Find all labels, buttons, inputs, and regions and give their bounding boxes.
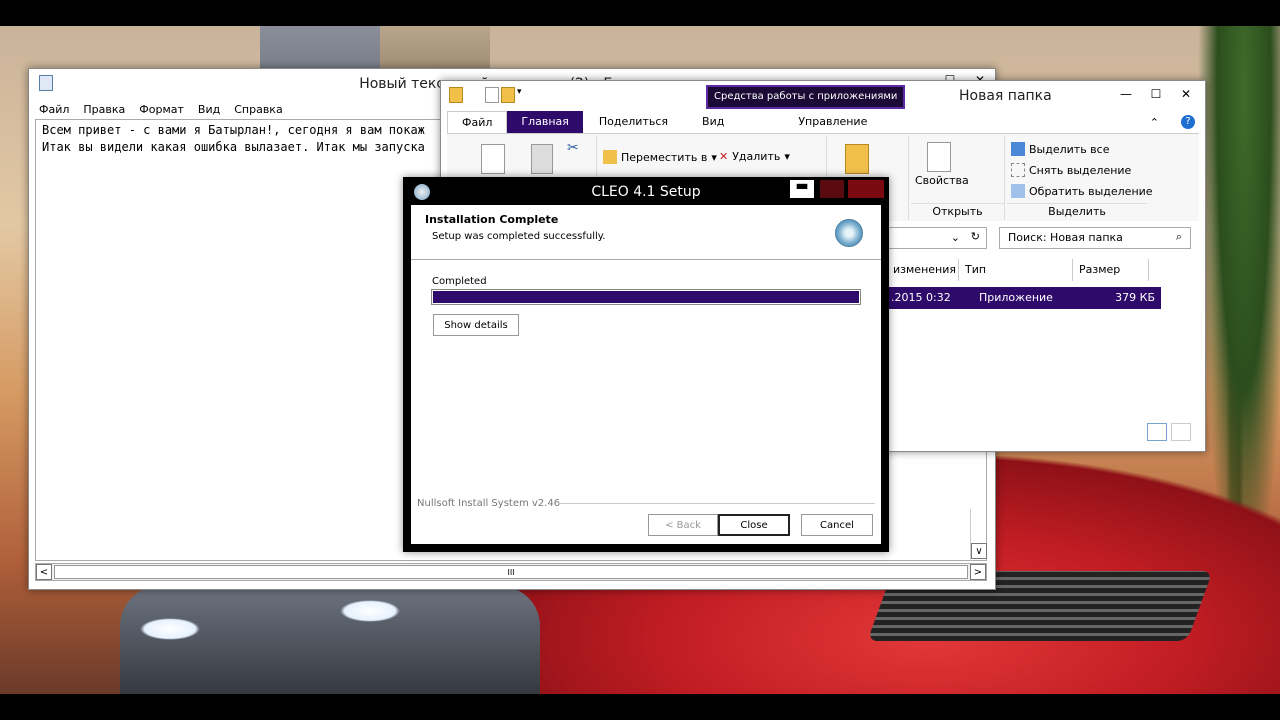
- explorer-title: Новая папка: [959, 88, 1052, 104]
- menu-format[interactable]: Формат: [139, 103, 184, 116]
- setup-dialog: CLEO 4.1 Setup ▬ Installation Complete S…: [403, 177, 889, 552]
- copy-icon[interactable]: [481, 144, 505, 174]
- move-to-label: Переместить в: [621, 150, 708, 164]
- deselect-button[interactable]: Снять выделение: [1011, 163, 1131, 177]
- menu-view[interactable]: Вид: [198, 103, 220, 116]
- setup-heading: Installation Complete: [425, 213, 559, 226]
- folder-icon: [449, 87, 463, 103]
- file-row[interactable]: .2015 0:32 Приложение 379 КБ: [887, 287, 1161, 309]
- select-all-icon: [1011, 142, 1025, 156]
- select-all-button[interactable]: Выделить все: [1011, 142, 1109, 156]
- properties-icon[interactable]: [927, 142, 951, 172]
- tiles-view-icon[interactable]: [1171, 423, 1191, 441]
- scroll-right-icon[interactable]: >: [970, 564, 986, 580]
- minimize-button[interactable]: —: [1111, 83, 1141, 105]
- setup-subheading: Setup was completed successfully.: [432, 231, 606, 242]
- invert-selection-button[interactable]: Обратить выделение: [1011, 184, 1153, 198]
- status-label: Completed: [432, 276, 487, 287]
- minimize-button[interactable]: ▬: [790, 179, 814, 198]
- installer-logo-icon: [835, 219, 863, 247]
- quick-access-toolbar: ▾: [449, 87, 522, 103]
- close-button[interactable]: [848, 180, 884, 198]
- show-details-button[interactable]: Show details: [433, 314, 519, 336]
- invert-selection-icon: [1011, 184, 1025, 198]
- progress-fill: [433, 291, 859, 303]
- collapse-ribbon-icon[interactable]: ⌃: [1150, 116, 1159, 129]
- deselect-label: Снять выделение: [1029, 163, 1132, 177]
- scroll-down-icon[interactable]: ∨: [971, 543, 987, 559]
- menu-edit[interactable]: Правка: [83, 103, 125, 116]
- maximize-button[interactable]: ☐: [1141, 83, 1171, 105]
- refresh-icon[interactable]: ↻: [971, 230, 980, 243]
- close-setup-button[interactable]: Close: [718, 514, 790, 536]
- paste-icon[interactable]: [531, 144, 553, 174]
- back-button[interactable]: < Back: [648, 514, 718, 536]
- menu-help[interactable]: Справка: [234, 103, 282, 116]
- close-button[interactable]: ✕: [1171, 83, 1201, 105]
- select-group: Выделить все Снять выделение Обратить вы…: [1007, 136, 1153, 220]
- setup-body: Installation Complete Setup was complete…: [411, 205, 881, 544]
- move-folder-icon: [603, 150, 617, 164]
- qat-dropdown-icon[interactable]: ▾: [517, 87, 522, 103]
- properties-qat-icon[interactable]: [485, 87, 499, 103]
- properties-label[interactable]: Свойства: [915, 174, 969, 187]
- column-modified[interactable]: изменения: [887, 259, 959, 281]
- column-size[interactable]: Размер: [1073, 259, 1149, 281]
- search-placeholder: Поиск: Новая папка: [1008, 231, 1123, 244]
- deselect-icon: [1011, 163, 1025, 177]
- setup-header: Installation Complete Setup was complete…: [411, 205, 881, 260]
- file-date: .2015 0:32: [891, 291, 951, 304]
- tab-view[interactable]: Вид: [682, 111, 738, 133]
- address-row: ⌄ ↻ Поиск: Новая папка ⌕: [887, 225, 1195, 253]
- app-tools-badge: Средства работы с приложениями: [706, 85, 906, 109]
- cut-icon[interactable]: ✂: [567, 140, 579, 156]
- delete-button[interactable]: ✕ Удалить ▾: [719, 150, 790, 163]
- move-to-button[interactable]: Переместить в ▾: [603, 150, 717, 164]
- tab-share[interactable]: Поделиться: [583, 111, 682, 133]
- delete-icon: ✕: [719, 150, 729, 163]
- column-type[interactable]: Тип: [959, 259, 1073, 281]
- scroll-thumb[interactable]: III: [54, 565, 968, 579]
- tab-home[interactable]: Главная: [507, 111, 583, 133]
- chevron-down-icon[interactable]: ⌄: [951, 231, 960, 244]
- search-input[interactable]: Поиск: Новая папка ⌕: [999, 227, 1191, 249]
- tab-file[interactable]: Файл: [447, 111, 508, 133]
- headlight: [340, 600, 400, 622]
- new-folder-qat-icon[interactable]: [501, 87, 515, 103]
- delete-label: Удалить: [732, 150, 781, 163]
- help-icon[interactable]: ?: [1181, 115, 1195, 129]
- maximize-button[interactable]: [820, 180, 844, 198]
- progress-bar: [431, 289, 861, 305]
- details-view-icon[interactable]: [1147, 423, 1167, 441]
- ribbon-tabs: Файл Главная Поделиться Вид Управление ⌃…: [447, 111, 1199, 133]
- new-folder-icon[interactable]: [845, 144, 869, 174]
- nsis-branding: Nullsoft Install System v2.46: [417, 498, 561, 509]
- cancel-button[interactable]: Cancel: [801, 514, 873, 536]
- headlight: [140, 618, 200, 640]
- address-bar[interactable]: ⌄ ↻: [887, 227, 987, 249]
- column-headers: изменения Тип Размер: [887, 259, 1149, 281]
- select-group-label: Выделить: [1007, 203, 1147, 218]
- search-icon[interactable]: ⌕: [1176, 230, 1182, 244]
- vertical-scrollbar[interactable]: ∨: [970, 509, 987, 561]
- tab-manage[interactable]: Управление: [738, 111, 881, 133]
- scroll-left-icon[interactable]: <: [36, 564, 52, 580]
- open-group-label: Открыть: [911, 203, 1004, 218]
- invert-label: Обратить выделение: [1029, 184, 1153, 198]
- branding-divider: [558, 503, 875, 504]
- select-all-label: Выделить все: [1029, 142, 1110, 156]
- file-size: 379 КБ: [1115, 291, 1155, 304]
- view-buttons: [1147, 423, 1191, 441]
- menu-file[interactable]: Файл: [39, 103, 69, 116]
- file-type: Приложение: [979, 291, 1053, 304]
- setup-title: CLEO 4.1 Setup: [591, 184, 701, 200]
- wallpaper-grey-car: [120, 586, 540, 694]
- horizontal-scrollbar[interactable]: < III >: [35, 563, 987, 581]
- open-group: Свойства Открыть: [911, 136, 1005, 220]
